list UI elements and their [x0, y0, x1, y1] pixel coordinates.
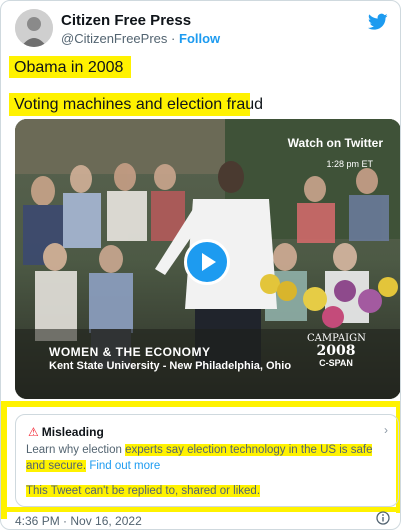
- misleading-notice[interactable]: ⚠ Misleading › Learn why election experts…: [15, 414, 399, 507]
- highlight-mark: [1, 401, 400, 407]
- avatar[interactable]: [15, 9, 53, 47]
- reply-restriction-note: This Tweet can't be replied to, shared o…: [26, 485, 261, 497]
- video-caption-title: WOMEN & THE ECONOMY: [49, 345, 211, 359]
- warning-icon: ⚠: [28, 425, 39, 439]
- author-handle[interactable]: @CitizenFreePres: [61, 31, 167, 46]
- highlight-mark: [1, 407, 7, 519]
- info-icon[interactable]: [376, 511, 390, 525]
- tweet-timestamp[interactable]: 4:36 PM · Nov 16, 2022: [15, 514, 142, 528]
- watch-on-twitter-label[interactable]: Watch on Twitter: [288, 136, 383, 150]
- tweet-text-line-1: Obama in 2008: [14, 59, 124, 76]
- cspan-campaign-logo: CAMPAIGN 2008 C-SPAN: [307, 333, 366, 368]
- author-handle-row: @CitizenFreePres · Follow: [61, 31, 220, 46]
- reply-restriction-text: This Tweet can't be replied to, shared o…: [26, 485, 261, 497]
- chevron-right-icon[interactable]: ›: [384, 423, 388, 437]
- author-name[interactable]: Citizen Free Press: [61, 12, 191, 29]
- misleading-text: Learn why election experts say election …: [26, 442, 388, 474]
- misleading-title: Misleading: [41, 425, 104, 439]
- play-icon: [202, 253, 216, 271]
- tweet-embed-card: Citizen Free Press @CitizenFreePres · Fo…: [0, 0, 401, 530]
- misleading-title-row: ⚠ Misleading: [28, 425, 104, 439]
- tweet-text-line-2: Voting machines and election fraud: [14, 96, 264, 113]
- badge-year: 2008: [316, 343, 356, 359]
- twitter-bird-icon[interactable]: [368, 13, 388, 31]
- video-player[interactable]: Watch on Twitter 1:28 pm ET WOMEN & THE …: [15, 119, 400, 399]
- separator: ·: [171, 31, 176, 46]
- misleading-text-part1: Learn why election: [26, 444, 126, 456]
- find-out-more-link[interactable]: Find out more: [89, 460, 160, 472]
- play-button[interactable]: [184, 239, 230, 285]
- video-time-overlay: 1:28 pm ET: [326, 159, 373, 169]
- video-caption-location: Kent State University - New Philadelphia…: [49, 360, 292, 372]
- highlight-mark: [1, 507, 400, 512]
- follow-button[interactable]: Follow: [179, 31, 220, 46]
- badge-network: C-SPAN: [319, 358, 353, 368]
